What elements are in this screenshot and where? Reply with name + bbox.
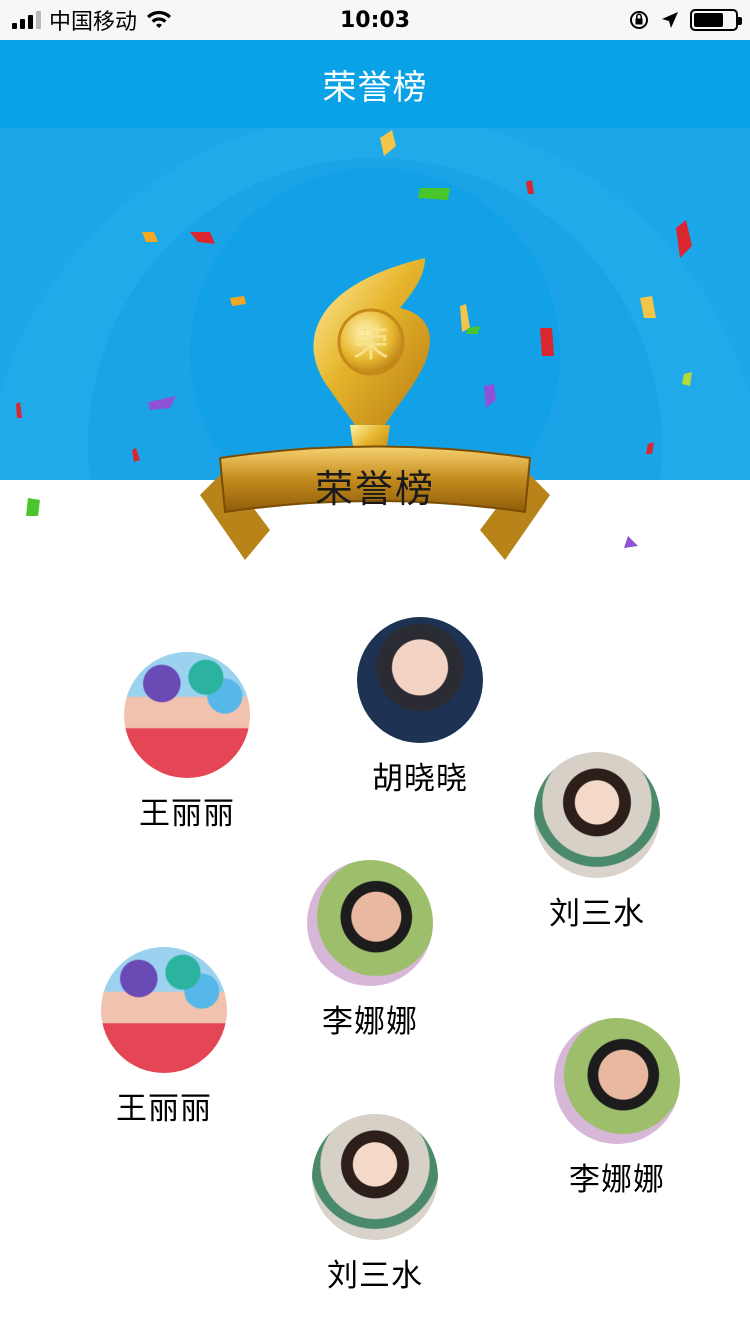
rotation-lock-icon <box>630 11 648 29</box>
honor-person-2[interactable]: 王丽丽 <box>107 652 267 852</box>
honor-person-7[interactable]: 刘三水 <box>295 1114 455 1314</box>
honor-person-6[interactable]: 李娜娜 <box>537 1018 697 1218</box>
avatar <box>554 1018 680 1144</box>
signal-icon <box>12 11 41 29</box>
honor-person-1[interactable]: 胡晓晓 <box>340 617 500 817</box>
medal-char: 荣 <box>353 324 389 365</box>
avatar <box>357 617 483 743</box>
honor-person-4[interactable]: 李娜娜 <box>290 860 450 1060</box>
carrier-label: 中国移动 <box>49 10 138 35</box>
trophy-icon: 荣 <box>200 258 550 560</box>
honor-person-5[interactable]: 王丽丽 <box>84 947 244 1147</box>
avatar <box>101 947 227 1073</box>
avatar <box>312 1114 438 1240</box>
avatar <box>124 652 250 778</box>
location-icon <box>662 12 678 28</box>
wifi-icon <box>147 10 172 28</box>
honor-person-3[interactable]: 刘三水 <box>517 752 677 952</box>
ribbon-label: 荣誉榜 <box>314 467 435 511</box>
person-name: 胡晓晓 <box>372 761 468 797</box>
person-name: 王丽丽 <box>139 796 235 832</box>
battery-icon <box>690 9 742 31</box>
status-left: 中国移动 <box>12 4 173 36</box>
person-name: 刘三水 <box>549 896 645 932</box>
status-right <box>628 9 742 31</box>
page-title: 荣誉榜 <box>322 67 428 108</box>
person-name: 刘三水 <box>327 1258 423 1294</box>
status-bar: 中国移动 10:03 <box>0 0 750 40</box>
avatar <box>534 752 660 878</box>
person-name: 王丽丽 <box>116 1091 212 1127</box>
person-name: 李娜娜 <box>569 1162 665 1198</box>
avatar <box>307 860 433 986</box>
person-name: 李娜娜 <box>322 1004 418 1040</box>
navigation-bar: 荣誉榜 <box>0 40 750 128</box>
